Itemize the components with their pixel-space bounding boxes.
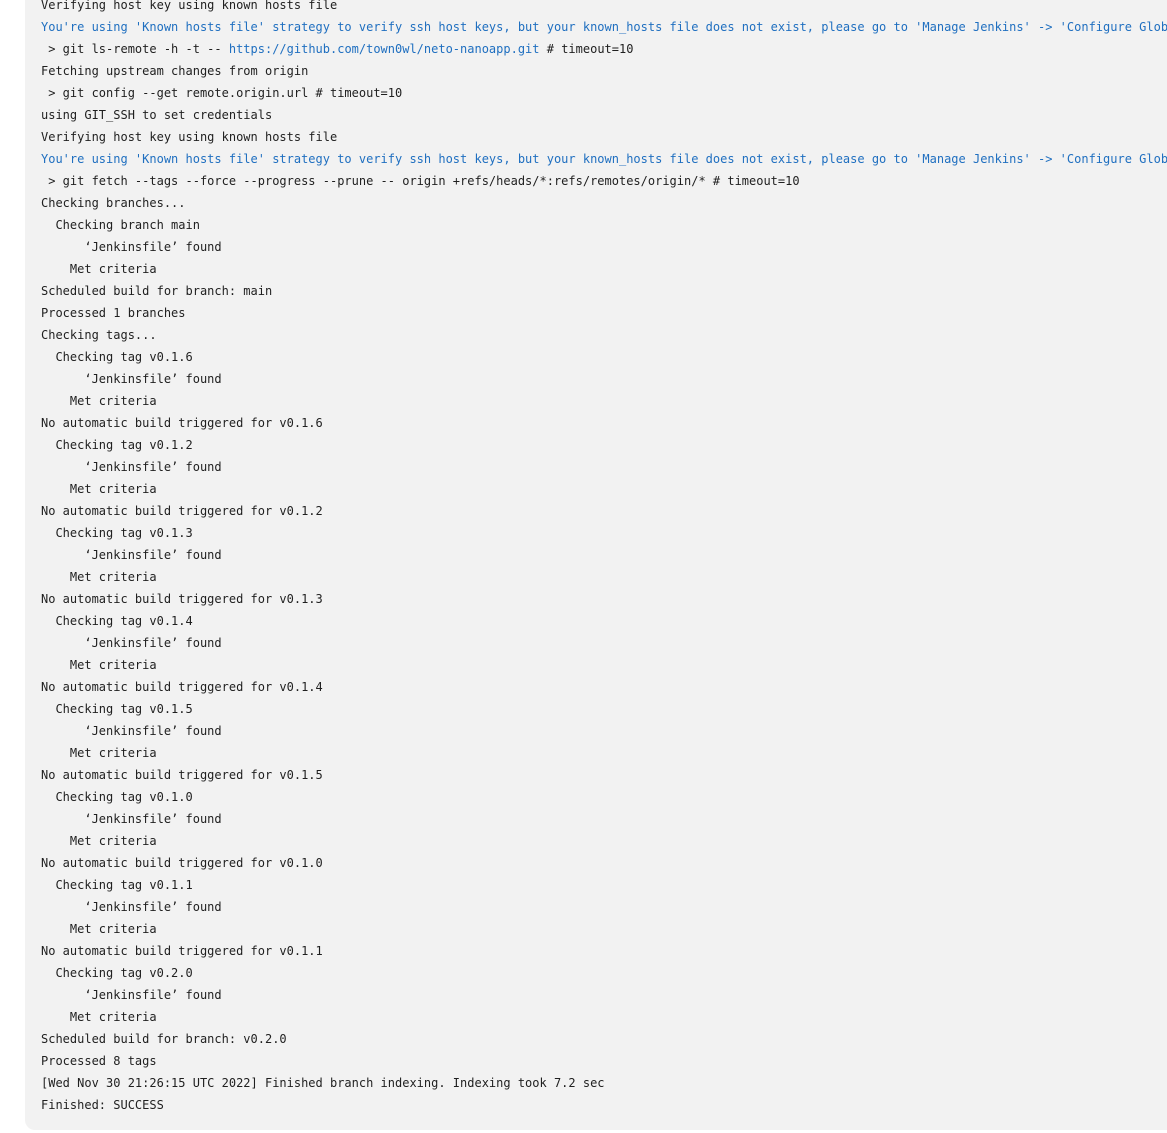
log-line-suffix: # timeout=10 xyxy=(539,42,634,56)
log-line: Checking tag v0.1.2 xyxy=(41,438,193,452)
log-line: Checking branch main xyxy=(41,218,200,232)
log-line: Checking tag v0.1.3 xyxy=(41,526,193,540)
log-line: No automatic build triggered for v0.1.2 xyxy=(41,504,323,518)
log-line-git-ls-remote: > git ls-remote -h -t -- https://github.… xyxy=(41,38,1167,60)
log-line: Checking tag v0.2.0 xyxy=(41,966,193,980)
log-line-warning: You're using 'Known hosts file' strategy… xyxy=(41,20,1167,34)
log-line: ‘Jenkinsfile’ found xyxy=(41,636,222,650)
log-line: Met criteria xyxy=(41,922,157,936)
log-line: Met criteria xyxy=(41,746,157,760)
log-line: No automatic build triggered for v0.1.5 xyxy=(41,768,323,782)
log-line: Verifying host key using known hosts fil… xyxy=(41,0,338,12)
log-line: Processed 8 tags xyxy=(41,1054,157,1068)
log-line: ‘Jenkinsfile’ found xyxy=(41,724,222,738)
log-line-status: Finished: SUCCESS xyxy=(41,1098,164,1112)
log-line: ‘Jenkinsfile’ found xyxy=(41,900,222,914)
log-line: Met criteria xyxy=(41,482,157,496)
log-line: Met criteria xyxy=(41,834,157,848)
log-line: Verifying host key using known hosts fil… xyxy=(41,130,338,144)
console-output: Verifying host key using known hosts fil… xyxy=(41,0,1167,1116)
console-output-panel: Verifying host key using known hosts fil… xyxy=(25,0,1167,1130)
log-line: Fetching upstream changes from origin xyxy=(41,64,309,78)
log-line: ‘Jenkinsfile’ found xyxy=(41,812,222,826)
log-line: Met criteria xyxy=(41,570,157,584)
log-line: ‘Jenkinsfile’ found xyxy=(41,240,222,254)
log-line: using GIT_SSH to set credentials xyxy=(41,108,273,122)
log-line: ‘Jenkinsfile’ found xyxy=(41,460,222,474)
log-line: [Wed Nov 30 21:26:15 UTC 2022] Finished … xyxy=(41,1076,605,1090)
log-line: No automatic build triggered for v0.1.4 xyxy=(41,680,323,694)
log-line: Checking tags... xyxy=(41,328,157,342)
log-line: Met criteria xyxy=(41,262,157,276)
log-line: Checking branches... xyxy=(41,196,186,210)
log-line: Processed 1 branches xyxy=(41,306,186,320)
log-line: No automatic build triggered for v0.1.3 xyxy=(41,592,323,606)
log-line: No automatic build triggered for v0.1.1 xyxy=(41,944,323,958)
log-line: Scheduled build for branch: main xyxy=(41,284,273,298)
log-line: Checking tag v0.1.5 xyxy=(41,702,193,716)
log-line: No automatic build triggered for v0.1.6 xyxy=(41,416,323,430)
log-line: ‘Jenkinsfile’ found xyxy=(41,372,222,386)
log-line: > git fetch --tags --force --progress --… xyxy=(41,174,800,188)
log-line-prefix: > git ls-remote -h -t -- xyxy=(41,42,229,56)
log-line: No automatic build triggered for v0.1.0 xyxy=(41,856,323,870)
log-line-warning: You're using 'Known hosts file' strategy… xyxy=(41,152,1167,166)
log-line: Checking tag v0.1.1 xyxy=(41,878,193,892)
log-line: Checking tag v0.1.6 xyxy=(41,350,193,364)
log-line: ‘Jenkinsfile’ found xyxy=(41,988,222,1002)
repository-link[interactable]: https://github.com/town0wl/neto-nanoapp.… xyxy=(229,42,540,56)
log-line: Met criteria xyxy=(41,658,157,672)
log-line: Scheduled build for branch: v0.2.0 xyxy=(41,1032,287,1046)
log-line: ‘Jenkinsfile’ found xyxy=(41,548,222,562)
log-line: Checking tag v0.1.4 xyxy=(41,614,193,628)
log-line: > git config --get remote.origin.url # t… xyxy=(41,86,403,100)
log-line: Met criteria xyxy=(41,1010,157,1024)
log-line: Checking tag v0.1.0 xyxy=(41,790,193,804)
log-line: Met criteria xyxy=(41,394,157,408)
